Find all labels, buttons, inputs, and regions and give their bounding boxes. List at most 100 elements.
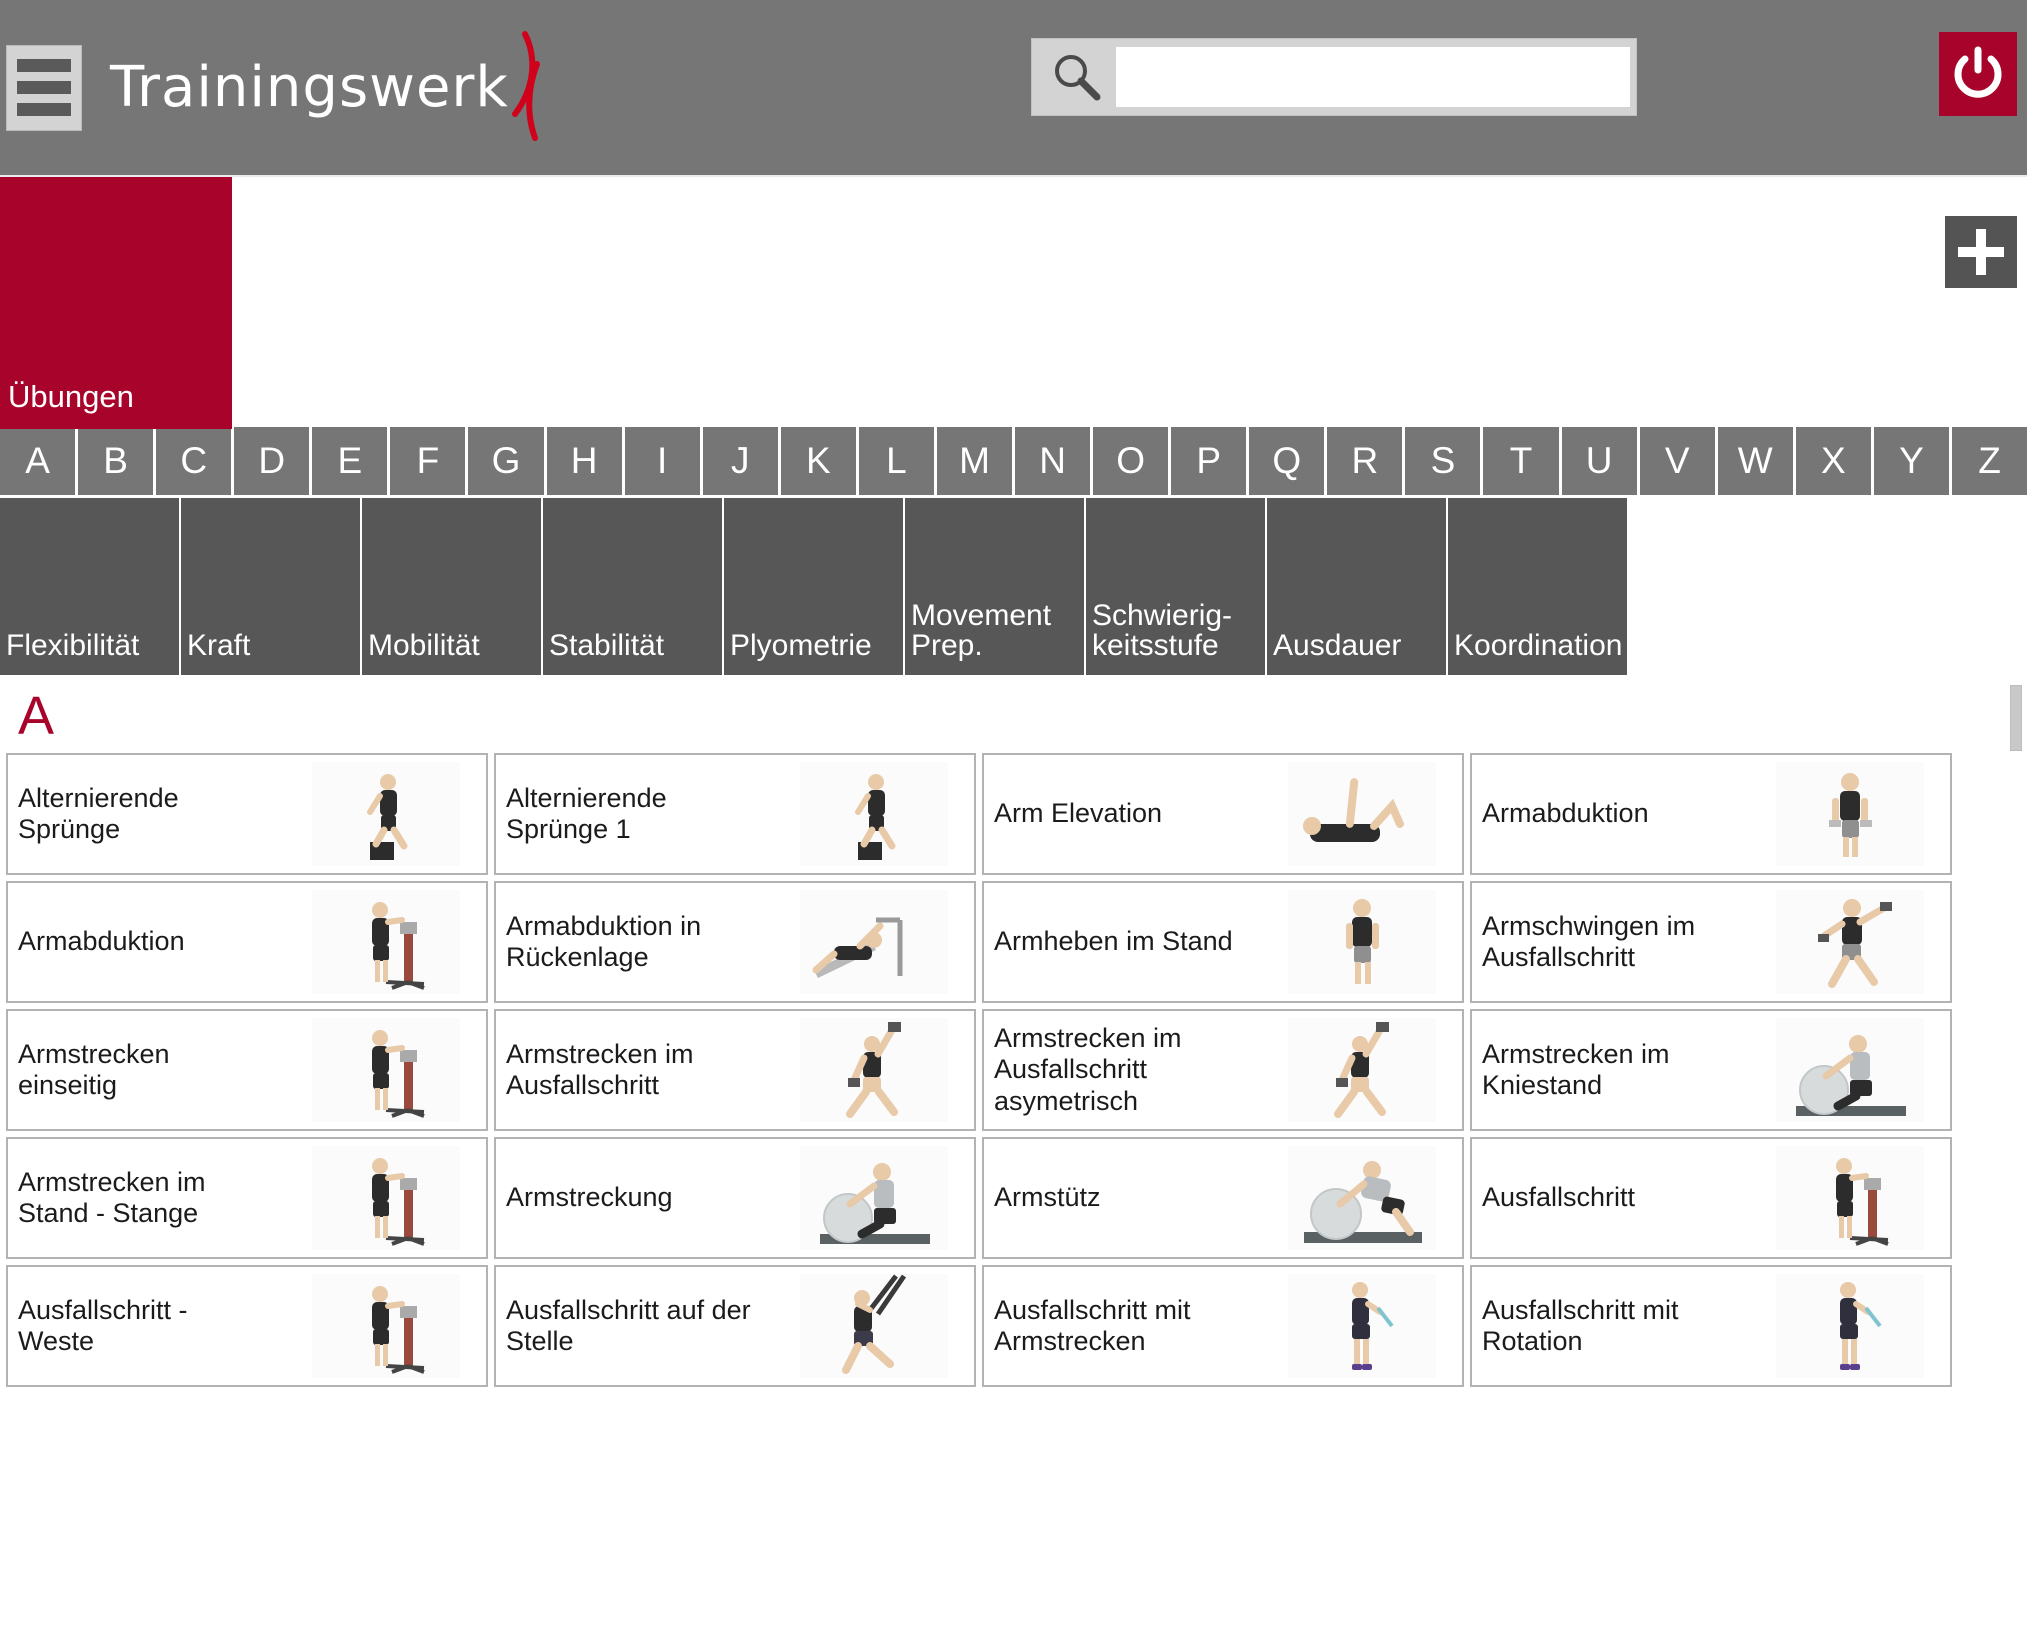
category-filter-row: Flexibilität Kraft Mobilität Stabilität Plyo… <box>0 495 2027 675</box>
exercise-card-label: Ausfallschritt auf der Stelle <box>506 1294 751 1356</box>
exercise-thumbnail-athlete-cable-machine <box>312 890 460 994</box>
alphabet-letter-k[interactable]: K <box>780 427 859 495</box>
exercise-card[interactable]: Ausfallschritt auf der Stelle <box>494 1265 976 1387</box>
hamburger-bar <box>17 103 71 116</box>
exercise-card-label: Arm Elevation <box>994 798 1163 829</box>
category-koordination[interactable]: Koordination <box>1448 498 1629 675</box>
exercise-card-label: Armstrecken im Stand - Stange <box>18 1166 206 1228</box>
exercise-card[interactable]: Ausfallschritt mit Rotation <box>1470 1265 1952 1387</box>
category-ausdauer[interactable]: Ausdauer <box>1267 498 1448 675</box>
alphabet-letter-h[interactable]: H <box>546 427 625 495</box>
exercise-card[interactable]: Armabduktion in Rückenlage <box>494 881 976 1003</box>
exercise-card[interactable]: Armabduktion <box>6 881 488 1003</box>
exercise-card-label: Alternierende Sprünge 1 <box>506 782 667 844</box>
exercise-card[interactable]: Armstütz <box>982 1137 1464 1259</box>
alphabet-letter-v[interactable]: V <box>1639 427 1718 495</box>
tab-uebungen[interactable]: Übungen <box>0 177 232 429</box>
exercise-card[interactable]: Arm Elevation <box>982 753 1464 875</box>
exercise-card-label: Armabduktion in Rückenlage <box>506 910 702 972</box>
exercise-card[interactable]: Armschwingen im Ausfallschritt <box>1470 881 1952 1003</box>
vertical-scrollbar-track[interactable] <box>2009 675 2025 1557</box>
exercise-thumbnail-athlete-trx-lunge <box>800 1274 948 1378</box>
exercise-card[interactable]: Armstrecken im Ausfallschritt <box>494 1009 976 1131</box>
alphabet-letter-c[interactable]: C <box>156 427 235 495</box>
alphabet-letter-m[interactable]: M <box>936 427 1016 495</box>
exercise-card[interactable]: Alternierende Sprünge 1 <box>494 753 976 875</box>
alphabet-letter-z[interactable]: Z <box>1951 427 2027 495</box>
alphabet-letter-w[interactable]: W <box>1717 427 1796 495</box>
alphabet-letter-l[interactable]: L <box>858 427 937 495</box>
alphabet-letter-i[interactable]: I <box>624 427 703 495</box>
exercise-card[interactable]: Armheben im Stand <box>982 881 1464 1003</box>
exercise-thumbnail-athlete-standing-front <box>1288 890 1436 994</box>
exercise-card[interactable]: Armstrecken im Kniestand <box>1470 1009 1952 1131</box>
alphabet-letter-a[interactable]: A <box>0 427 79 495</box>
alphabet-letter-e[interactable]: E <box>312 427 391 495</box>
exercise-thumbnail-athlete-plank-ball <box>1288 1146 1436 1250</box>
tab-band: Übungen <box>0 175 2027 429</box>
swoosh-mark-icon <box>503 28 545 148</box>
search-input[interactable] <box>1116 47 1630 107</box>
app-header: Trainingswerk <box>0 0 2027 175</box>
category-mobilität[interactable]: Mobilität <box>362 498 543 675</box>
power-button[interactable] <box>1939 32 2017 116</box>
alphabet-letter-g[interactable]: G <box>468 427 547 495</box>
category-flexibilität[interactable]: Flexibilität <box>0 498 181 675</box>
exercise-card-label: Ausfallschritt mit Armstrecken <box>994 1294 1191 1356</box>
exercise-card-label: Armstütz <box>994 1182 1101 1213</box>
exercise-card[interactable]: Ausfallschritt mit Armstrecken <box>982 1265 1464 1387</box>
alphabet-letter-f[interactable]: F <box>390 427 469 495</box>
exercise-thumbnail-athlete-lunge-overhead <box>800 1018 948 1122</box>
vertical-scrollbar-thumb[interactable] <box>2010 685 2022 751</box>
exercise-thumbnail-athlete-bench-machine <box>800 890 948 994</box>
category-plyometrie[interactable]: Plyometrie <box>724 498 905 675</box>
hamburger-menu-icon[interactable] <box>6 44 82 131</box>
exercise-thumbnail-athlete-standing-dumbbells <box>1776 762 1924 866</box>
app-logo[interactable]: Trainingswerk <box>110 28 545 148</box>
exercise-thumbnail-athlete-standing-band <box>1288 1274 1436 1378</box>
alphabet-letter-q[interactable]: Q <box>1249 427 1328 495</box>
alphabet-letter-t[interactable]: T <box>1483 427 1562 495</box>
exercise-card-label: Armschwingen im Ausfallschritt <box>1482 910 1696 972</box>
alphabet-letter-s[interactable]: S <box>1405 427 1484 495</box>
exercise-card[interactable]: Armabduktion <box>1470 753 1952 875</box>
alphabet-letter-y[interactable]: Y <box>1873 427 1952 495</box>
exercise-card[interactable]: Alternierende Sprünge <box>6 753 488 875</box>
alphabet-letter-x[interactable]: X <box>1795 427 1874 495</box>
exercise-card[interactable]: Ausfallschritt <box>1470 1137 1952 1259</box>
category-movementprep[interactable]: Movement Prep. <box>905 498 1086 675</box>
search-bar[interactable] <box>1031 38 1637 116</box>
category-schwierigkeitsstufe[interactable]: Schwierig- keitsstufe <box>1086 498 1267 675</box>
exercise-card-label: Armstrecken im Ausfallschritt <box>506 1038 694 1100</box>
exercise-card-label: Armheben im Stand <box>994 926 1233 957</box>
alphabet-letter-p[interactable]: P <box>1171 427 1250 495</box>
power-icon <box>1954 46 2002 98</box>
tab-uebungen-label: Übungen <box>8 379 134 414</box>
exercise-thumbnail-athlete-kneeling-ball <box>1776 1018 1924 1122</box>
exercise-card[interactable]: Armstrecken im Stand - Stange <box>6 1137 488 1259</box>
exercise-card[interactable]: Armstrecken einseitig <box>6 1009 488 1131</box>
alphabet-letter-d[interactable]: D <box>234 427 313 495</box>
search-icon <box>1038 39 1116 115</box>
exercise-card-label: Armstrecken im Ausfallschritt asymetrisc… <box>994 1023 1182 1116</box>
alphabet-letter-b[interactable]: B <box>78 427 157 495</box>
alphabet-letter-j[interactable]: J <box>702 427 781 495</box>
category-kraft[interactable]: Kraft <box>181 498 362 675</box>
exercise-thumbnail-athlete-cable-machine <box>312 1274 460 1378</box>
alphabet-letter-o[interactable]: O <box>1093 427 1172 495</box>
exercise-card[interactable]: Ausfallschritt - Weste <box>6 1265 488 1387</box>
exercise-thumbnail-athlete-lunge-overhead <box>1288 1018 1436 1122</box>
alphabet-letter-u[interactable]: U <box>1561 427 1640 495</box>
exercise-thumbnail-athlete-supine-leg-raise <box>1288 762 1436 866</box>
add-button[interactable] <box>1945 216 2017 288</box>
exercise-card-label: Ausfallschritt - Weste <box>18 1294 188 1356</box>
exercise-thumbnail-athlete-step-up-box <box>800 762 948 866</box>
category-stabilität[interactable]: Stabilität <box>543 498 724 675</box>
exercise-card[interactable]: Armstreckung <box>494 1137 976 1259</box>
exercise-card-label: Armabduktion <box>18 926 185 957</box>
exercise-card-label: Alternierende Sprünge <box>18 782 179 844</box>
alphabet-letter-r[interactable]: R <box>1327 427 1406 495</box>
exercise-thumbnail-athlete-cable-machine <box>1776 1146 1924 1250</box>
exercise-card[interactable]: Armstrecken im Ausfallschritt asymetrisc… <box>982 1009 1464 1131</box>
alphabet-letter-n[interactable]: N <box>1015 427 1094 495</box>
